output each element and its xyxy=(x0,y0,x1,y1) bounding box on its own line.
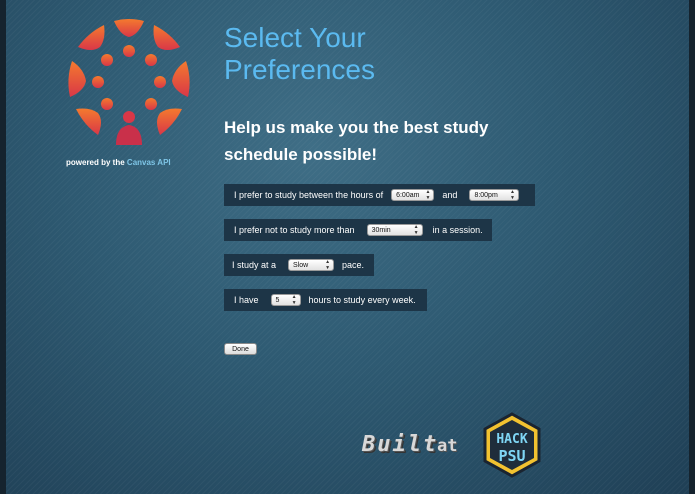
end-time-value: 8:00pm xyxy=(474,191,498,199)
weekly-hours-suffix: hours to study every week. xyxy=(308,295,416,305)
session-length-label: I prefer not to study more than xyxy=(234,225,355,235)
weekly-hours-select[interactable]: 5 ▲ ▼ xyxy=(270,294,301,306)
powered-prefix: powered by the xyxy=(66,158,125,167)
select-arrows-icon: ▲ ▼ xyxy=(413,224,419,236)
start-time-select[interactable]: 6:00am ▲ ▼ xyxy=(391,189,435,201)
pace-row: I study at a Slow ▲ ▼ pace. xyxy=(224,254,374,276)
pace-suffix: pace. xyxy=(342,260,365,270)
built-text: Built xyxy=(362,432,439,457)
page-title: Select Your Preferences xyxy=(224,22,375,86)
select-arrows-icon: ▲ ▼ xyxy=(325,259,331,271)
left-frame-edge xyxy=(0,0,6,494)
pace-select[interactable]: Slow ▲ ▼ xyxy=(288,259,335,271)
select-arrows-icon: ▲ ▼ xyxy=(510,189,515,201)
and-label: and xyxy=(442,190,458,200)
select-arrows-icon: ▲ ▼ xyxy=(291,294,297,306)
pace-label: I study at a xyxy=(232,260,277,270)
weekly-hours-row: I have 5 ▲ ▼ hours to study every week. xyxy=(224,289,427,311)
session-length-value: 30min xyxy=(371,226,391,234)
hackpsu-logo-icon: HACK PSU xyxy=(483,412,541,478)
page-subtitle: Help us make you the best study schedule… xyxy=(224,118,489,164)
at-text: at xyxy=(437,436,458,456)
title-line-1: Select Your xyxy=(224,22,366,53)
session-length-select[interactable]: 30min ▲ ▼ xyxy=(366,224,423,236)
canvas-logo-icon xyxy=(68,19,190,145)
hack-bottom-text: PSU xyxy=(498,447,525,465)
weekly-hours-label: I have xyxy=(234,295,259,305)
end-time-select[interactable]: 8:00pm ▲ ▼ xyxy=(469,189,519,201)
powered-by-text: powered by the Canvas API xyxy=(66,158,196,167)
done-button[interactable]: Done xyxy=(224,343,257,355)
canvas-api-link[interactable]: Canvas API xyxy=(127,158,171,167)
hack-top-text: HACK xyxy=(496,432,527,447)
start-time-value: 6:00am xyxy=(396,191,420,199)
session-length-suffix: in a session. xyxy=(432,225,483,235)
pace-value: Slow xyxy=(293,261,309,269)
study-hours-label: I prefer to study between the hours of xyxy=(234,190,384,200)
weekly-hours-value: 5 xyxy=(275,296,280,304)
study-hours-row: I prefer to study between the hours of 6… xyxy=(224,184,535,206)
title-line-2: Preferences xyxy=(224,54,375,85)
session-length-row: I prefer not to study more than 30min ▲ ▼… xyxy=(224,219,492,241)
select-arrows-icon: ▲ ▼ xyxy=(425,189,431,201)
right-frame-edge xyxy=(689,0,695,494)
